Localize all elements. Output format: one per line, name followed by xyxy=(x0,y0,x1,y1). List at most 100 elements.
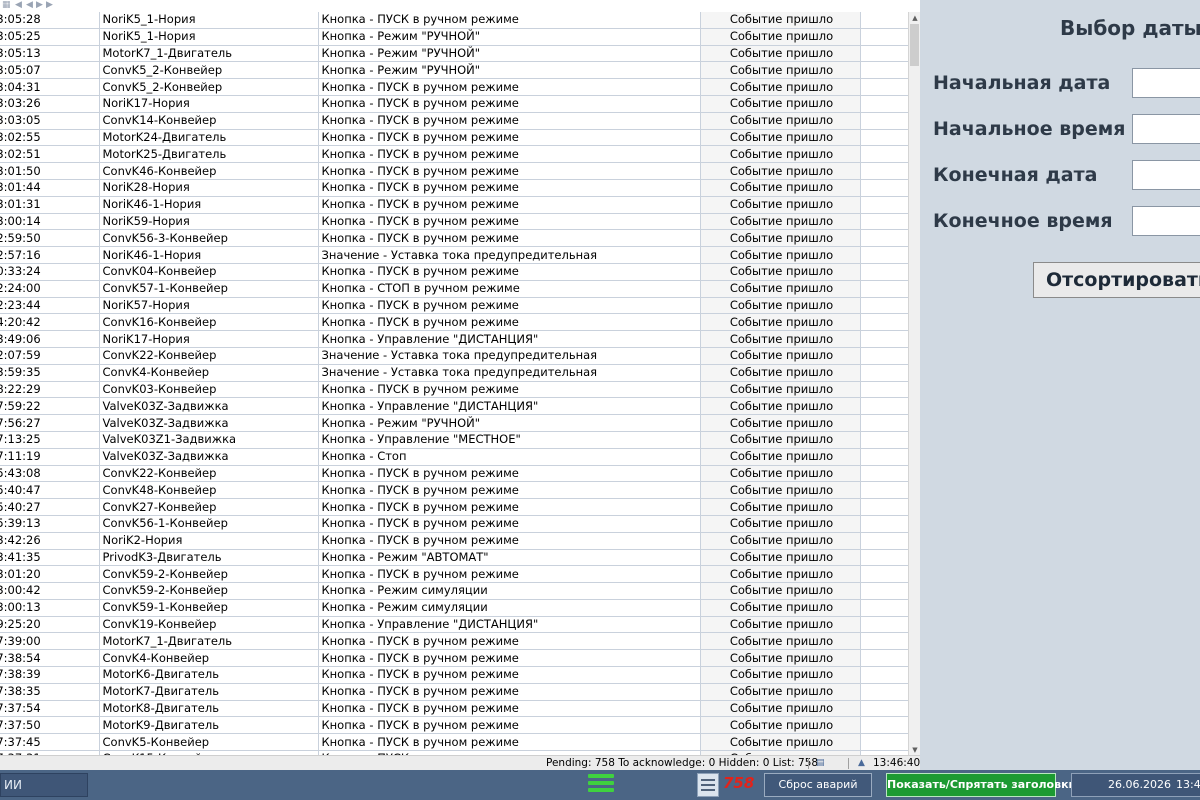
first-page-icon[interactable]: ◀ xyxy=(15,0,22,10)
end-date-input[interactable] xyxy=(1132,160,1200,190)
scroll-up-icon[interactable]: ▲ xyxy=(909,12,920,24)
cell-message: Кнопка - ПУСК в ручном режиме xyxy=(318,78,701,96)
table-row[interactable]: 17:37:45ConvK5-КонвейерКнопка - ПУСК в р… xyxy=(0,733,908,752)
cell-empty xyxy=(860,632,908,651)
table-row[interactable]: 23:59:35ConvK4-КонвейерЗначение - Уставк… xyxy=(0,364,908,382)
table-row[interactable]: 17:39:00MotorK7_1-ДвигательКнопка - ПУСК… xyxy=(0,632,908,651)
menu-icon[interactable] xyxy=(588,774,614,796)
table-row[interactable]: 13:03:05ConvK14-КонвейерКнопка - ПУСК в … xyxy=(0,112,908,130)
cell-status: Событие пришло xyxy=(700,632,861,651)
table-row[interactable]: 18:22:29ConvK03-КонвейерКнопка - ПУСК в … xyxy=(0,381,908,399)
table-row[interactable]: 13:05:25NoriK5_1-НорияКнопка - Режим "РУ… xyxy=(0,28,908,46)
cell-empty xyxy=(860,549,908,567)
cell-message: Значение - Уставка тока предупредительна… xyxy=(318,246,701,264)
table-row[interactable]: 13:01:50ConvK46-КонвейерКнопка - ПУСК в … xyxy=(0,162,908,180)
table-row[interactable]: 22:23:44NoriK57-НорияКнопка - ПУСК в руч… xyxy=(0,297,908,315)
cell-message: Кнопка - Режим "АВТОМАТ" xyxy=(318,549,701,567)
cell-empty xyxy=(860,515,908,533)
end-time-input[interactable] xyxy=(1132,206,1200,236)
table-row[interactable]: 09:25:20ConvK19-КонвейерКнопка - Управле… xyxy=(0,616,908,634)
table-row[interactable]: 13:05:13MotorK7_1-ДвигательКнопка - Режи… xyxy=(0,45,908,63)
table-row[interactable]: 13:01:44NoriK28-НорияКнопка - ПУСК в руч… xyxy=(0,179,908,197)
cell-object: MotorK7_1-Двигатель xyxy=(99,45,319,63)
table-row[interactable]: 15:40:47ConvK48-КонвейерКнопка - ПУСК в … xyxy=(0,481,908,500)
table-row[interactable]: 13:00:13ConvK59-1-КонвейерКнопка - Режим… xyxy=(0,599,908,617)
cell-status: Событие пришло xyxy=(700,246,861,264)
last-page-icon[interactable]: ▶ xyxy=(46,0,53,10)
table-row[interactable]: 13:49:06NoriK17-НорияКнопка - Управление… xyxy=(0,330,908,348)
cell-time: 02:07:59 xyxy=(0,347,100,365)
table-row[interactable]: 13:05:28NoriK5_1-НорияКнопка - ПУСК в ру… xyxy=(0,12,908,29)
cell-status: Событие пришло xyxy=(700,683,861,701)
table-row[interactable]: 13:02:55MotorK24-ДвигательКнопка - ПУСК … xyxy=(0,129,908,147)
cell-object: ConvK56-3-Конвейер xyxy=(99,229,319,248)
table-row[interactable]: 14:20:42ConvK16-КонвейерКнопка - ПУСК в … xyxy=(0,313,908,332)
table-row[interactable]: 00:33:24ConvK04-КонвейерКнопка - ПУСК в … xyxy=(0,263,908,281)
cell-message: Кнопка - ПУСК в ручном режиме xyxy=(318,716,701,735)
table-row[interactable]: 13:04:31ConvK5_2-КонвейерКнопка - ПУСК в… xyxy=(0,78,908,96)
cell-object: ConvK16-Конвейер xyxy=(99,313,319,332)
table-row[interactable]: 15:39:13ConvK56-1-КонвейерКнопка - ПУСК … xyxy=(0,515,908,533)
cell-empty xyxy=(860,414,908,432)
table-row[interactable]: 15:40:27ConvK27-КонвейерКнопка - ПУСК в … xyxy=(0,498,908,516)
table-row[interactable]: 13:01:20ConvK59-2-КонвейерКнопка - ПУСК … xyxy=(0,565,908,584)
cell-status: Событие пришло xyxy=(700,263,861,281)
cell-empty xyxy=(860,246,908,264)
status-time: 13:46:40 xyxy=(873,757,920,769)
table-row[interactable]: 22:24:00ConvK57-1-КонвейерКнопка - СТОП … xyxy=(0,280,908,298)
end-date-label: Конечная дата xyxy=(933,164,1098,186)
table-row[interactable]: 17:37:54MotorK8-ДвигательКнопка - ПУСК в… xyxy=(0,700,908,718)
table-row[interactable]: 02:07:59ConvK22-КонвейерЗначение - Устав… xyxy=(0,347,908,365)
table-row[interactable]: 17:13:25ValveK03Z1-ЗадвижкаКнопка - Упра… xyxy=(0,431,908,449)
table-row[interactable]: 13:05:07ConvK5_2-КонвейерКнопка - Режим … xyxy=(0,61,908,80)
next-page-icon[interactable]: ▶ xyxy=(36,0,43,10)
table-row[interactable]: 17:38:35MotorK7-ДвигательКнопка - ПУСК в… xyxy=(0,683,908,701)
table-row[interactable]: 13:00:14NoriK59-НорияКнопка - ПУСК в руч… xyxy=(0,213,908,231)
table-row[interactable]: 17:59:22ValveK03Z-ЗадвижкаКнопка - Управ… xyxy=(0,397,908,416)
table-row[interactable]: 02:57:16NoriK46-1-НорияЗначение - Уставк… xyxy=(0,246,908,264)
alarm-journal-icon[interactable] xyxy=(697,773,719,797)
table-row[interactable]: 13:03:26NoriK17-НорияКнопка - ПУСК в руч… xyxy=(0,95,908,113)
table-row[interactable]: 13:02:51MotorK25-ДвигательКнопка - ПУСК … xyxy=(0,145,908,164)
cell-object: ValveK03Z-Задвижка xyxy=(99,448,319,466)
table-row[interactable]: 17:56:27ValveK03Z-ЗадвижкаКнопка - Режим… xyxy=(0,414,908,432)
taskbar-left-button[interactable]: ИИ xyxy=(0,773,88,797)
table-row[interactable]: 13:01:31NoriK46-1-НорияКнопка - ПУСК в р… xyxy=(0,196,908,214)
alarm-table[interactable]: 13:05:28NoriK5_1-НорияКнопка - ПУСК в ру… xyxy=(0,12,908,756)
table-row[interactable]: 13:00:42ConvK59-2-КонвейерКнопка - Режим… xyxy=(0,582,908,600)
cell-object: ConvK57-1-Конвейер xyxy=(99,280,319,298)
cell-empty xyxy=(860,733,908,752)
cell-status: Событие пришло xyxy=(700,414,861,432)
start-date-input[interactable] xyxy=(1132,68,1200,98)
table-row[interactable]: 13:41:35PrivodK3-ДвигательКнопка - Режим… xyxy=(0,549,908,567)
table-row[interactable]: 13:42:26NoriK2-НорияКнопка - ПУСК в ручн… xyxy=(0,532,908,550)
cell-object: ConvK59-1-Конвейер xyxy=(99,599,319,617)
cell-object: NoriK46-1-Нория xyxy=(99,246,319,264)
table-row[interactable]: 17:38:39MotorK6-ДвигательКнопка - ПУСК в… xyxy=(0,666,908,684)
reset-alarms-button[interactable]: Сброс аварий xyxy=(764,773,872,797)
start-time-input[interactable] xyxy=(1132,114,1200,144)
cell-empty xyxy=(860,145,908,164)
toolbar-icon[interactable]: ▦ xyxy=(2,0,11,10)
table-row[interactable]: 17:11:19ValveK03Z-ЗадвижкаКнопка - СтопС… xyxy=(0,448,908,466)
scrollbar-thumb[interactable] xyxy=(910,24,919,66)
cell-empty xyxy=(860,263,908,281)
cell-message: Кнопка - ПУСК в ручном режиме xyxy=(318,515,701,533)
cell-object: ValveK03Z-Задвижка xyxy=(99,414,319,432)
start-time-label: Начальное время xyxy=(933,118,1126,140)
toggle-headers-button[interactable]: Показать/Спрятать заголовки xyxy=(886,773,1076,797)
table-row[interactable]: 12:59:50ConvK56-3-КонвейерКнопка - ПУСК … xyxy=(0,229,908,248)
cell-time: 09:25:20 xyxy=(0,616,100,634)
cell-object: NoriK2-Нория xyxy=(99,532,319,550)
cell-time: 22:24:00 xyxy=(0,280,100,298)
table-row[interactable]: 17:37:50MotorK9-ДвигательКнопка - ПУСК в… xyxy=(0,716,908,735)
cell-status: Событие пришло xyxy=(700,481,861,500)
sort-button[interactable]: Отсортировать xyxy=(1033,262,1200,298)
previous-page-icon[interactable]: ◀ xyxy=(26,0,33,10)
cell-time: 13:00:13 xyxy=(0,599,100,617)
cell-status: Событие пришло xyxy=(700,448,861,466)
table-row[interactable]: 17:38:54ConvK4-КонвейерКнопка - ПУСК в р… xyxy=(0,649,908,668)
vertical-scrollbar[interactable]: ▲ ▼ xyxy=(908,12,920,756)
table-row[interactable]: 15:43:08ConvK22-КонвейерКнопка - ПУСК в … xyxy=(0,465,908,483)
cell-status: Событие пришло xyxy=(700,599,861,617)
